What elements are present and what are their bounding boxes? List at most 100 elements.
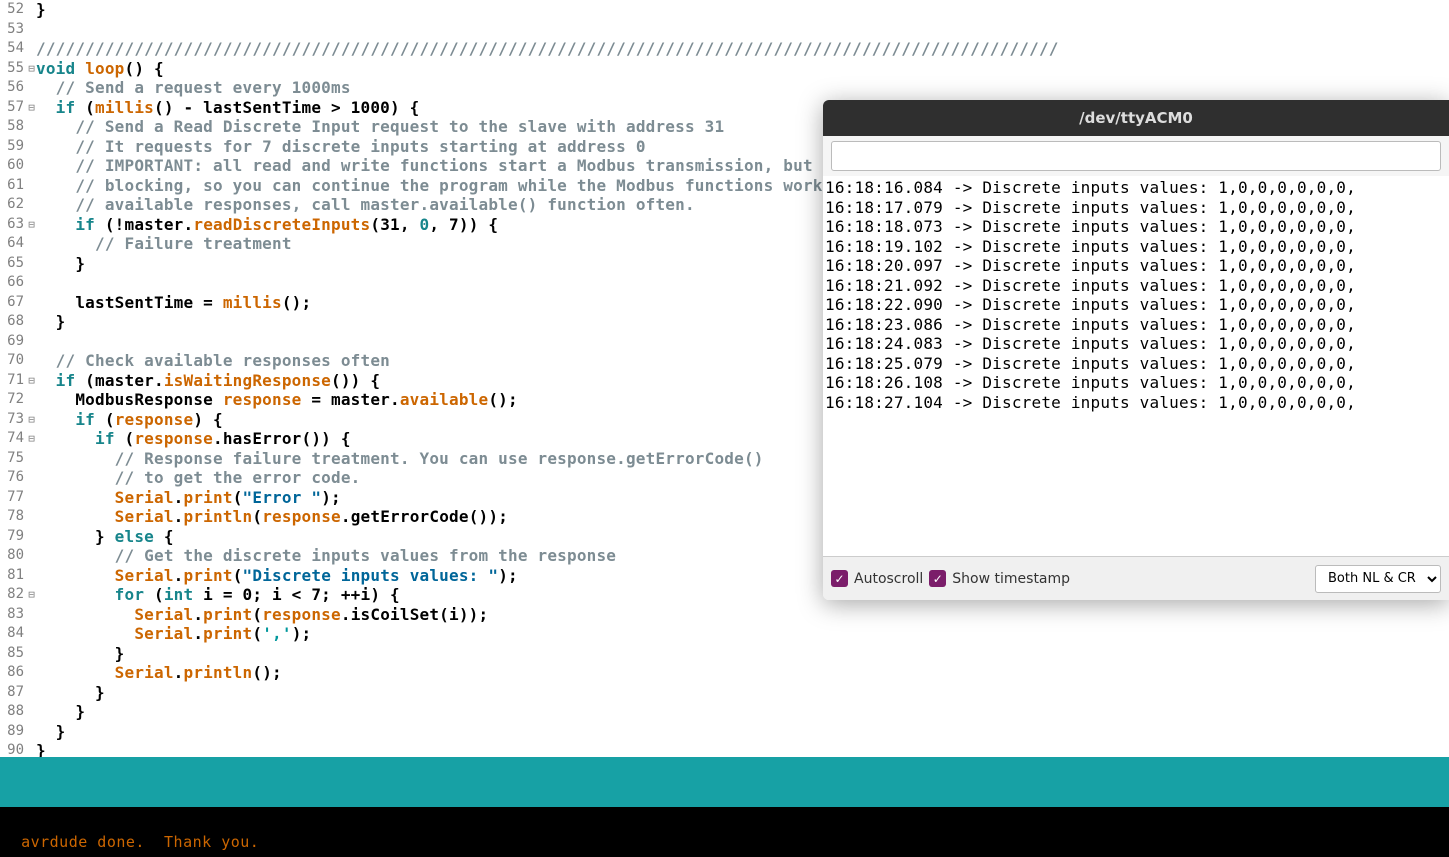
code-line[interactable]: 88 } <box>0 702 1449 722</box>
line-number: 89 <box>0 722 27 742</box>
fold-marker <box>27 312 36 332</box>
code-text[interactable]: } <box>36 0 46 20</box>
code-text[interactable]: lastSentTime = millis(); <box>36 293 311 313</box>
line-number: 69 <box>0 332 27 352</box>
code-text[interactable]: Serial.println(response.getErrorCode()); <box>36 507 508 527</box>
line-number: 61 <box>0 176 27 196</box>
fold-marker[interactable]: ⊟ <box>27 98 36 118</box>
code-line[interactable]: 53 <box>0 20 1449 40</box>
code-line[interactable]: 87 } <box>0 683 1449 703</box>
code-text[interactable]: if (!master.readDiscreteInputs(31, 0, 7)… <box>36 215 498 235</box>
code-text[interactable]: // IMPORTANT: all read and write functio… <box>36 156 823 176</box>
fold-marker[interactable]: ⊟ <box>27 215 36 235</box>
timestamp-checkbox[interactable]: ✓ <box>929 570 946 587</box>
code-line[interactable]: 84 Serial.print(','); <box>0 624 1449 644</box>
fold-marker <box>27 254 36 274</box>
fold-marker <box>27 507 36 527</box>
code-line[interactable]: 52} <box>0 0 1449 20</box>
code-text[interactable]: Serial.println(); <box>36 663 282 683</box>
code-text[interactable]: if (millis() - lastSentTime > 1000) { <box>36 98 420 118</box>
line-number: 74 <box>0 429 27 449</box>
serial-output-line: 16:18:22.090 -> Discrete inputs values: … <box>825 295 1447 315</box>
fold-marker <box>27 605 36 625</box>
fold-marker <box>27 176 36 196</box>
code-text[interactable]: // blocking, so you can continue the pro… <box>36 176 823 196</box>
code-text[interactable]: // It requests for 7 discrete inputs sta… <box>36 137 646 157</box>
code-text[interactable]: } <box>36 683 105 703</box>
code-text[interactable]: // Send a Read Discrete Input request to… <box>36 117 724 137</box>
code-text[interactable]: void loop() { <box>36 59 164 79</box>
line-number: 67 <box>0 293 27 313</box>
code-line[interactable]: 55⊟void loop() { <box>0 59 1449 79</box>
code-line[interactable]: 54//////////////////////////////////////… <box>0 39 1449 59</box>
fold-marker <box>27 117 36 137</box>
line-number: 52 <box>0 0 27 20</box>
code-text[interactable]: Serial.print("Discrete inputs values: ")… <box>36 566 518 586</box>
serial-output-line: 16:18:18.073 -> Discrete inputs values: … <box>825 217 1447 237</box>
line-number: 59 <box>0 137 27 157</box>
code-text[interactable]: ModbusResponse response = master.availab… <box>36 390 518 410</box>
line-ending-select[interactable]: Both NL & CR <box>1315 565 1441 593</box>
line-number: 64 <box>0 234 27 254</box>
fold-marker[interactable]: ⊟ <box>27 410 36 430</box>
code-text[interactable]: // Send a request every 1000ms <box>36 78 351 98</box>
code-text[interactable]: for (int i = 0; i < 7; ++i) { <box>36 585 400 605</box>
line-number: 55 <box>0 59 27 79</box>
code-text[interactable]: } <box>36 741 46 757</box>
line-number: 62 <box>0 195 27 215</box>
serial-output[interactable]: 16:18:16.084 -> Discrete inputs values: … <box>823 176 1449 556</box>
serial-output-line: 16:18:25.079 -> Discrete inputs values: … <box>825 354 1447 374</box>
code-line[interactable]: 90} <box>0 741 1449 757</box>
code-line[interactable]: 89 } <box>0 722 1449 742</box>
fold-marker[interactable]: ⊟ <box>27 59 36 79</box>
code-line[interactable]: 85 } <box>0 644 1449 664</box>
autoscroll-checkbox[interactable]: ✓ <box>831 570 848 587</box>
code-text[interactable]: // Get the discrete inputs values from t… <box>36 546 616 566</box>
code-line[interactable]: 86 Serial.println(); <box>0 663 1449 683</box>
serial-output-line: 16:18:21.092 -> Discrete inputs values: … <box>825 276 1447 296</box>
fold-marker[interactable]: ⊟ <box>27 429 36 449</box>
code-text[interactable]: Serial.print("Error "); <box>36 488 341 508</box>
line-number: 70 <box>0 351 27 371</box>
serial-send-input[interactable] <box>831 141 1441 171</box>
line-number: 75 <box>0 449 27 469</box>
serial-output-line: 16:18:16.084 -> Discrete inputs values: … <box>825 178 1447 198</box>
line-number: 82 <box>0 585 27 605</box>
fold-marker <box>27 137 36 157</box>
fold-marker <box>27 293 36 313</box>
code-text[interactable]: } <box>36 702 85 722</box>
code-text[interactable]: // to get the error code. <box>36 468 361 488</box>
status-divider <box>0 757 1449 807</box>
code-text[interactable]: if (response.hasError()) { <box>36 429 351 449</box>
fold-marker[interactable]: ⊟ <box>27 585 36 605</box>
code-text[interactable]: Serial.print(response.isCoilSet(i)); <box>36 605 488 625</box>
line-number: 57 <box>0 98 27 118</box>
code-text[interactable]: } <box>36 312 66 332</box>
code-text[interactable]: } <box>36 722 66 742</box>
line-number: 71 <box>0 371 27 391</box>
code-text[interactable]: } <box>36 254 85 274</box>
fold-marker <box>27 0 36 20</box>
serial-output-line: 16:18:23.086 -> Discrete inputs values: … <box>825 315 1447 335</box>
code-text[interactable]: if (master.isWaitingResponse()) { <box>36 371 380 391</box>
autoscroll-label: Autoscroll <box>854 571 923 587</box>
compile-console[interactable]: avrdude done. Thank you. <box>0 807 1449 857</box>
serial-monitor-window: /dev/ttyACM0 16:18:16.084 -> Discrete in… <box>823 100 1449 600</box>
code-text[interactable]: ////////////////////////////////////////… <box>36 39 1059 59</box>
code-text[interactable]: Serial.print(','); <box>36 624 311 644</box>
code-text[interactable]: // available responses, call master.avai… <box>36 195 695 215</box>
line-number: 84 <box>0 624 27 644</box>
code-text[interactable]: // Failure treatment <box>36 234 292 254</box>
fold-marker <box>27 722 36 742</box>
code-text[interactable]: // Check available responses often <box>36 351 390 371</box>
fold-marker[interactable]: ⊟ <box>27 371 36 391</box>
code-line[interactable]: 83 Serial.print(response.isCoilSet(i)); <box>0 605 1449 625</box>
code-line[interactable]: 56 // Send a request every 1000ms <box>0 78 1449 98</box>
code-text[interactable]: if (response) { <box>36 410 223 430</box>
code-text[interactable]: } else { <box>36 527 174 547</box>
fold-marker <box>27 488 36 508</box>
code-text[interactable]: // Response failure treatment. You can u… <box>36 449 764 469</box>
serial-titlebar[interactable]: /dev/ttyACM0 <box>823 100 1449 136</box>
line-number: 78 <box>0 507 27 527</box>
code-text[interactable]: } <box>36 644 125 664</box>
